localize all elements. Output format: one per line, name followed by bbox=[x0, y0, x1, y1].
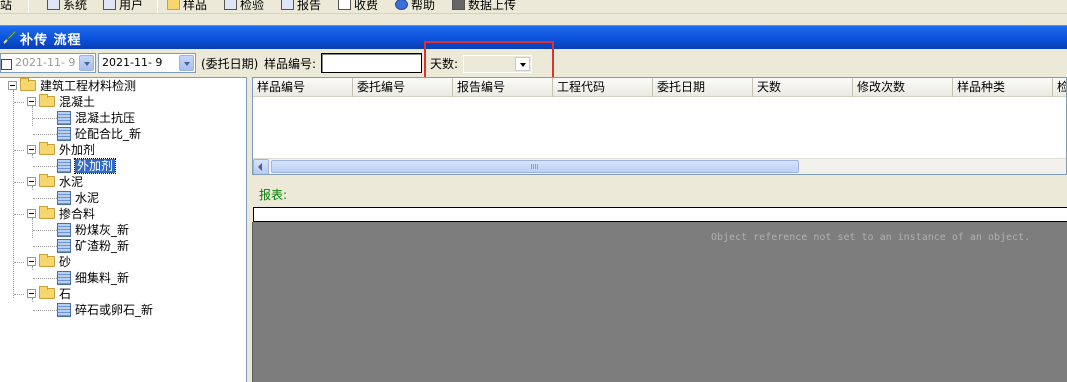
table-icon bbox=[57, 191, 71, 205]
column-header[interactable]: 委托编号 bbox=[353, 78, 453, 97]
menu-item-upload[interactable]: 数据上传 bbox=[452, 0, 516, 13]
sample-no-label: 样品编号: bbox=[264, 57, 317, 71]
collapse-icon[interactable] bbox=[27, 97, 36, 106]
horizontal-scrollbar[interactable] bbox=[253, 158, 1066, 174]
tree-leaf[interactable]: 矿渣粉_新 bbox=[57, 238, 129, 254]
tree-group[interactable]: 外加剂 bbox=[23, 142, 95, 158]
star-icon bbox=[167, 0, 180, 10]
report-icon bbox=[281, 0, 294, 10]
collapse-icon[interactable] bbox=[27, 177, 36, 186]
chevron-down-icon[interactable] bbox=[179, 55, 194, 71]
collapse-icon[interactable] bbox=[8, 81, 17, 90]
date-filter-checkbox[interactable] bbox=[1, 59, 12, 70]
collapse-icon[interactable] bbox=[27, 209, 36, 218]
menu-item-system[interactable]: 系统 bbox=[47, 0, 87, 13]
column-header[interactable]: 天数 bbox=[753, 78, 853, 97]
brush-icon bbox=[3, 30, 17, 44]
category-tree: 建筑工程材料检测 混凝土 混凝土抗压 砼配合比_新 外加剂 外加剂 水泥 水泥 … bbox=[0, 77, 247, 382]
table-icon bbox=[57, 223, 71, 237]
window-title-bar: 补传 流程 bbox=[0, 25, 1067, 49]
column-header[interactable]: 修改次数 bbox=[853, 78, 953, 97]
tree-root[interactable]: 建筑工程材料检测 bbox=[4, 78, 136, 94]
column-header[interactable]: 样品种类 bbox=[953, 78, 1053, 97]
column-header[interactable]: 样品编号 bbox=[253, 78, 353, 97]
column-header[interactable]: 报告编号 bbox=[453, 78, 553, 97]
help-icon bbox=[395, 0, 408, 10]
tree-group[interactable]: 砂 bbox=[23, 254, 71, 270]
days-select[interactable] bbox=[463, 55, 532, 73]
filter-toolbar: 2021-11- 9 2021-11- 9 (委托日期) 样品编号: 天数: bbox=[0, 51, 1067, 75]
tree-leaf[interactable]: 细集料_新 bbox=[57, 270, 129, 286]
report-label: 报表: bbox=[259, 188, 288, 202]
sample-no-input[interactable] bbox=[321, 53, 422, 73]
days-label: 天数: bbox=[430, 57, 459, 71]
menu-item-station[interactable]: 站 bbox=[0, 0, 12, 13]
table-icon bbox=[57, 127, 71, 141]
tree-group[interactable]: 水泥 bbox=[23, 174, 83, 190]
window-title: 补传 流程 bbox=[20, 33, 82, 48]
collapse-icon[interactable] bbox=[27, 289, 36, 298]
column-header[interactable]: 检 bbox=[1053, 78, 1066, 97]
folder-icon bbox=[39, 142, 55, 155]
table-icon bbox=[57, 303, 71, 317]
tree-leaf[interactable]: 碎石或卵石_新 bbox=[57, 302, 153, 318]
table-icon bbox=[57, 271, 71, 285]
table-icon bbox=[57, 239, 71, 253]
menu-item-sample[interactable]: 样品 bbox=[167, 0, 207, 13]
folder-icon bbox=[39, 254, 55, 267]
folder-icon bbox=[39, 286, 55, 299]
menu-item-fee[interactable]: 收费 bbox=[338, 0, 378, 13]
folder-icon bbox=[39, 174, 55, 187]
tree-group[interactable]: 掺合料 bbox=[23, 206, 95, 222]
user-icon bbox=[103, 0, 116, 10]
tree-leaf-selected[interactable]: 外加剂 bbox=[57, 158, 117, 174]
table-icon bbox=[57, 111, 71, 125]
table-icon bbox=[57, 159, 71, 173]
collapse-icon[interactable] bbox=[27, 257, 36, 266]
menu-separator bbox=[28, 0, 29, 13]
collapse-icon[interactable] bbox=[27, 145, 36, 154]
folder-icon bbox=[20, 78, 36, 91]
receipt-icon bbox=[338, 0, 351, 10]
grid-header: 样品编号 委托编号 报告编号 工程代码 委托日期 天数 修改次数 样品种类 检 bbox=[253, 78, 1066, 97]
folder-icon bbox=[39, 94, 55, 107]
error-message: Object reference not set to an instance … bbox=[711, 232, 1031, 243]
column-header[interactable]: 工程代码 bbox=[553, 78, 653, 97]
date-to-picker[interactable]: 2021-11- 9 bbox=[98, 53, 196, 73]
tree-leaf[interactable]: 粉煤灰_新 bbox=[57, 222, 129, 238]
tree-leaf[interactable]: 水泥 bbox=[57, 190, 99, 206]
report-viewer: Object reference not set to an instance … bbox=[252, 222, 1067, 382]
scroll-left-icon[interactable] bbox=[253, 159, 269, 174]
date-type-label: (委托日期) bbox=[201, 57, 259, 71]
upload-icon bbox=[452, 0, 465, 10]
menu-bar: 站 系统 用户 样品 检验 报告 收费 帮助 数据上传 bbox=[0, 0, 1067, 14]
chevron-down-icon[interactable] bbox=[515, 57, 530, 71]
sample-grid[interactable]: 样品编号 委托编号 报告编号 工程代码 委托日期 天数 修改次数 样品种类 检 bbox=[252, 77, 1067, 175]
date-from-picker[interactable]: 2021-11- 9 bbox=[0, 53, 96, 73]
folder-icon bbox=[39, 206, 55, 219]
scroll-thumb[interactable] bbox=[271, 160, 799, 173]
menu-separator bbox=[157, 0, 158, 13]
chevron-down-icon[interactable] bbox=[79, 55, 94, 71]
menu-item-user[interactable]: 用户 bbox=[103, 0, 143, 13]
tree-group[interactable]: 石 bbox=[23, 286, 71, 302]
menu-item-report[interactable]: 报告 bbox=[281, 0, 321, 13]
tree-leaf[interactable]: 混凝土抗压 bbox=[57, 110, 135, 126]
tree-group[interactable]: 混凝土 bbox=[23, 94, 95, 110]
menu-item-inspect[interactable]: 检验 bbox=[224, 0, 264, 13]
gears-icon bbox=[47, 0, 60, 10]
column-header[interactable]: 委托日期 bbox=[653, 78, 753, 97]
report-toolbar bbox=[253, 207, 1067, 222]
monitor-icon bbox=[224, 0, 237, 10]
tree-leaf[interactable]: 砼配合比_新 bbox=[57, 126, 141, 142]
menu-item-help[interactable]: 帮助 bbox=[395, 0, 435, 13]
